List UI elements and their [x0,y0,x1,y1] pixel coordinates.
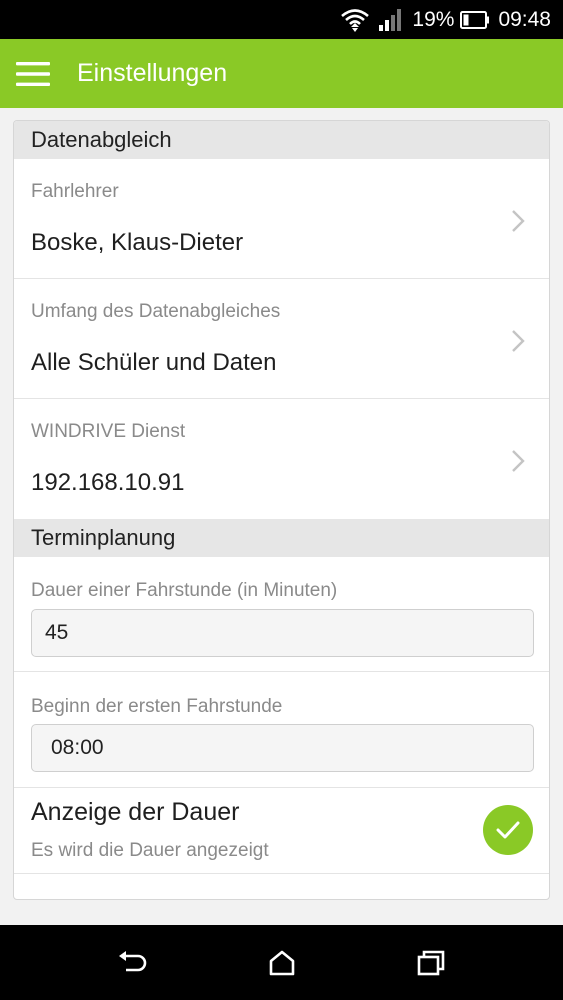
setting-windrive-dienst[interactable]: WINDRIVE Dienst 192.168.10.91 [14,399,549,519]
hamburger-menu-icon[interactable] [0,39,68,108]
checkmark-icon [496,821,520,839]
back-icon[interactable] [111,941,155,985]
setting-umfang-datenabgleich[interactable]: Umfang des Datenabgleiches Alle Schüler … [14,279,549,399]
setting-label: WINDRIVE Dienst [31,421,186,442]
app-bar: Einstellungen [0,39,563,108]
setting-label: Beginn der ersten Fahrstunde [31,696,283,717]
section-header-datenabgleich: Datenabgleich [14,121,549,159]
battery-icon [460,10,490,29]
setting-label: Dauer einer Fahrstunde (in Minuten) [31,580,338,601]
battery-percent: 19% [412,7,455,31]
recent-apps-icon[interactable] [409,941,453,985]
system-nav-bar [0,925,563,1000]
home-icon[interactable] [260,941,304,985]
checkmark-toggle[interactable] [483,805,533,855]
setting-anzeige-dauer[interactable]: Anzeige der Dauer Es wird die Dauer ange… [14,788,549,874]
setting-title: Anzeige der Dauer [31,798,240,826]
wifi-icon [340,7,370,33]
setting-value: Boske, Klaus-Dieter [31,229,244,256]
section-header-terminplanung: Terminplanung [14,519,549,557]
page-title: Einstellungen [77,59,228,87]
duration-input[interactable] [31,609,534,657]
setting-value: Alle Schüler und Daten [31,349,277,376]
setting-fahrlehrer[interactable]: Fahrlehrer Boske, Klaus-Dieter [14,159,549,279]
signal-icon [378,8,404,32]
setting-label: Fahrlehrer [31,181,119,202]
setting-value: 192.168.10.91 [31,469,185,496]
chevron-right-icon [511,329,525,358]
chevron-right-icon [511,449,525,478]
setting-label: Umfang des Datenabgleiches [31,301,281,322]
setting-subtitle: Es wird die Dauer angezeigt [31,840,269,861]
settings-card: Datenabgleich Fahrlehrer Boske, Klaus-Di… [13,120,550,900]
setting-dauer-fahrstunde: Dauer einer Fahrstunde (in Minuten) [14,557,549,672]
clock: 09:48 [498,7,551,31]
setting-beginn-fahrstunde: Beginn der ersten Fahrstunde [14,672,549,788]
chevron-right-icon [511,209,525,238]
status-bar: 19% 09:48 [0,0,563,39]
start-time-input[interactable] [31,724,534,772]
